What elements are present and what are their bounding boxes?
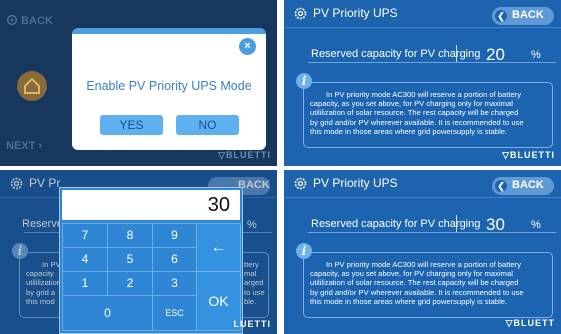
side-next-button[interactable]: NEXT › (6, 140, 42, 152)
side-next-label: NEXT (6, 140, 36, 152)
logo-v-icon: ▽ (502, 150, 510, 160)
panel-settings-30: PV Priority UPS ❮ BACK Reserved capacity… (284, 170, 561, 334)
header-bar: PV Priority UPS ❮ BACK (284, 0, 561, 28)
next-arrow-icon: › (38, 140, 43, 152)
percent-unit: % (531, 219, 541, 231)
reserved-capacity-label: Reserved capacity for PV charging (311, 218, 481, 230)
key-2[interactable]: 2 (107, 271, 153, 296)
field-divider (456, 45, 457, 62)
info-description: In PV priority mode AC300 will reserve a… (310, 260, 554, 306)
close-icon[interactable]: × (239, 38, 256, 55)
side-back-label: BACK (21, 15, 53, 27)
back-button[interactable]: ❮ BACK (492, 177, 554, 195)
back-label: BACK (512, 179, 544, 191)
field-divider (456, 215, 457, 232)
key-5[interactable]: 5 (107, 247, 153, 272)
keypad-display: 30 (62, 190, 240, 220)
key-3[interactable]: 3 (152, 271, 197, 296)
logo-v-icon: ▽ (218, 150, 226, 160)
header-bar: PV Priority UPS ❮ BACK (284, 170, 561, 198)
percent-unit: % (531, 49, 541, 61)
back-label: BACK (512, 9, 544, 21)
info-line: by grid and/or PV wherever available. It… (310, 287, 524, 297)
info-description: In PV priority mode AC300 will reserve a… (310, 90, 554, 136)
side-back-button[interactable]: BACK (6, 14, 53, 27)
brand-logo: ▽BLUETTI (502, 150, 555, 160)
key-8[interactable]: 8 (107, 223, 153, 248)
key-4[interactable]: 4 (62, 247, 108, 272)
brand-logo: ▽BLUETTI (218, 150, 271, 160)
field-underline (308, 62, 556, 63)
key-0[interactable]: 0 (62, 295, 153, 331)
logo-v-icon: ▽ (505, 318, 514, 328)
info-line: utililization of solar resource. The res… (310, 278, 519, 288)
page-title: PV Priority UPS (313, 176, 398, 190)
numeric-keypad: 30 7 8 9 4 5 6 1 2 3 0 ESC ← OK (59, 187, 243, 334)
key-9[interactable]: 9 (152, 223, 197, 248)
esc-key[interactable]: ESC (152, 295, 197, 331)
gear-icon (6, 14, 18, 26)
panel-enable-dialog: BACK NEXT › × Enable PV Priority UPS Mod… (0, 0, 277, 166)
brand-logo: ▽BLUETT (505, 318, 555, 328)
keypad-display-value: 30 (207, 194, 230, 216)
reserved-capacity-label: Reserved capacity for PV charging (311, 48, 481, 60)
panel-settings-20: PV Priority UPS ❮ BACK Reserved capacity… (284, 0, 561, 166)
gear-icon (294, 7, 307, 20)
gear-icon (294, 177, 307, 190)
home-icon[interactable] (17, 71, 47, 101)
yes-button[interactable]: YES (100, 115, 163, 135)
back-arrow-icon: ❮ (495, 10, 507, 22)
info-line: this mode in those areas where grid powe… (310, 296, 508, 306)
key-6[interactable]: 6 (152, 247, 197, 272)
brand-logo: LUETTI (233, 319, 271, 329)
page-title: PV Priority UPS (313, 6, 398, 20)
dialog-prompt: Enable PV Priority UPS Mode (86, 79, 252, 93)
key-7[interactable]: 7 (62, 223, 108, 248)
back-arrow-icon: ❮ (495, 180, 507, 192)
back-button[interactable]: ❮ BACK (492, 7, 554, 25)
info-line: In PV priority mode AC300 will reserve a… (326, 90, 521, 99)
info-line: this mode in those areas where grid powe… (310, 126, 508, 136)
info-line: utililization of solar resource. The res… (310, 108, 519, 118)
panel-keypad: PV Pr BACK Reserve % i In PV capacity ut… (0, 170, 277, 334)
confirm-dialog: × Enable PV Priority UPS Mode YES NO (72, 28, 266, 150)
info-line: In PV priority mode AC300 will reserve a… (326, 260, 521, 269)
info-line: capacity, as you set above, for PV charg… (310, 99, 513, 109)
info-line: capacity, as you set above, for PV charg… (310, 269, 513, 279)
info-icon: i (296, 243, 312, 259)
backspace-key[interactable]: ← (196, 223, 241, 272)
no-button[interactable]: NO (176, 115, 239, 135)
info-icon: i (296, 73, 312, 89)
field-underline (308, 232, 556, 233)
info-line: by grid and/or PV wherever available. It… (310, 117, 524, 127)
key-1[interactable]: 1 (62, 271, 108, 296)
